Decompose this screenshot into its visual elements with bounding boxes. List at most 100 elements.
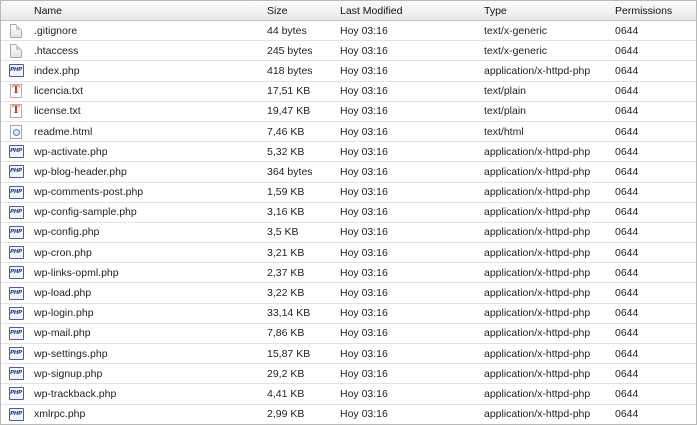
- file-size: 5,32 KB: [267, 145, 305, 158]
- php-file-icon: PHP: [8, 266, 24, 280]
- file-permissions: 0644: [615, 165, 639, 178]
- file-name[interactable]: .htaccess: [31, 45, 267, 57]
- file-permissions: 0644: [615, 226, 639, 239]
- file-last-modified: Hoy 03:16: [340, 387, 388, 400]
- table-row[interactable]: PHP wp-activate.php 5,32 KB Hoy 03:16 applic…: [1, 142, 696, 163]
- file-type: application/x-httpd-php: [484, 165, 591, 178]
- file-name[interactable]: xmlrpc.php: [31, 408, 267, 420]
- file-size: 29,2 KB: [267, 367, 305, 380]
- table-row[interactable]: PHP wp-config.php 3,5 KB Hoy 03:16 applicati…: [1, 222, 696, 244]
- file-icon-cell: [1, 23, 31, 38]
- file-permissions: 0644: [615, 24, 639, 37]
- file-last-modified: Hoy 03:16: [340, 145, 388, 158]
- table-row[interactable]: PHP wp-cron.php 3,21 KB Hoy 03:16 applicatio…: [1, 243, 696, 264]
- file-type: application/x-httpd-php: [484, 206, 591, 219]
- file-name[interactable]: wp-login.php: [31, 307, 267, 319]
- file-name[interactable]: wp-config-sample.php: [31, 206, 267, 218]
- file-permissions: 0644: [615, 64, 639, 77]
- table-row[interactable]: PHP wp-trackback.php 4,41 KB Hoy 03:16 appli…: [1, 384, 696, 405]
- table-row[interactable]: PHP wp-login.php 33,14 KB Hoy 03:16 applicat…: [1, 303, 696, 324]
- column-header-last-modified[interactable]: Last Modified: [340, 5, 484, 17]
- file-permissions: 0644: [615, 246, 639, 259]
- file-name[interactable]: wp-activate.php: [31, 146, 267, 158]
- file-icon-cell: PHP: [1, 306, 31, 320]
- file-size: 3,16 KB: [267, 206, 305, 219]
- table-row[interactable]: PHP wp-load.php 3,22 KB Hoy 03:16 applicatio…: [1, 283, 696, 304]
- file-type: application/x-httpd-php: [484, 145, 591, 158]
- php-file-icon: PHP: [8, 306, 24, 320]
- file-icon-cell: PHP: [1, 266, 31, 280]
- table-row[interactable]: .htaccess 245 bytes Hoy 03:16 text/x-generi…: [1, 41, 696, 62]
- table-row[interactable]: PHP xmlrpc.php 2,99 KB Hoy 03:16 application…: [1, 404, 696, 424]
- file-name[interactable]: readme.html: [31, 126, 267, 138]
- column-header-type[interactable]: Type: [484, 5, 615, 17]
- file-permissions: 0644: [615, 44, 639, 57]
- php-file-icon: PHP: [8, 367, 24, 381]
- php-file-icon: PHP: [8, 387, 24, 401]
- file-type: text/x-generic: [484, 24, 548, 37]
- file-name[interactable]: wp-links-opml.php: [31, 267, 267, 279]
- file-last-modified: Hoy 03:16: [340, 186, 388, 199]
- table-row[interactable]: PHP wp-config-sample.php 3,16 KB Hoy 03:16 a…: [1, 202, 696, 223]
- file-type: application/x-httpd-php: [484, 287, 591, 300]
- file-name[interactable]: wp-config.php: [31, 226, 267, 238]
- column-header-permissions[interactable]: Permissions: [615, 5, 695, 17]
- file-permissions: 0644: [615, 408, 639, 421]
- table-row[interactable]: PHP wp-settings.php 15,87 KB Hoy 03:16 appli…: [1, 344, 696, 365]
- file-name[interactable]: index.php: [31, 65, 267, 77]
- file-permissions: 0644: [615, 266, 639, 279]
- file-icon-cell: PHP: [1, 286, 31, 300]
- table-row[interactable]: Tlicense.txt 19,47 KB Hoy 03:16 text/plain 0…: [1, 101, 696, 122]
- file-permissions: 0644: [615, 367, 639, 380]
- column-header-name[interactable]: Name: [31, 5, 267, 17]
- table-row[interactable]: PHP wp-comments-post.php 1,59 KB Hoy 03:16 a…: [1, 182, 696, 203]
- file-icon-cell: T: [1, 84, 31, 99]
- file-name[interactable]: .gitignore: [31, 25, 267, 37]
- file-last-modified: Hoy 03:16: [340, 307, 388, 320]
- file-name[interactable]: licencia.txt: [31, 85, 267, 97]
- file-icon-cell: PHP: [1, 326, 31, 340]
- file-icon-cell: PHP: [1, 387, 31, 401]
- file-name[interactable]: wp-signup.php: [31, 368, 267, 380]
- file-name[interactable]: wp-blog-header.php: [31, 166, 267, 178]
- table-row[interactable]: Tlicencia.txt 17,51 KB Hoy 03:16 text/plain…: [1, 81, 696, 102]
- file-name[interactable]: wp-cron.php: [31, 247, 267, 259]
- file-name[interactable]: license.txt: [31, 105, 267, 117]
- file-last-modified: Hoy 03:16: [340, 347, 388, 360]
- file-permissions: 0644: [615, 307, 639, 320]
- file-permissions: 0644: [615, 85, 639, 98]
- table-row[interactable]: .gitignore 44 bytes Hoy 03:16 text/x-generi…: [1, 21, 696, 42]
- table-row[interactable]: PHP wp-signup.php 29,2 KB Hoy 03:16 applicat…: [1, 364, 696, 385]
- table-header: Name Size Last Modified Type Permissions: [1, 1, 696, 21]
- table-row[interactable]: PHP wp-blog-header.php 364 bytes Hoy 03:16 a…: [1, 162, 696, 183]
- file-size: 33,14 KB: [267, 307, 311, 320]
- file-last-modified: Hoy 03:16: [340, 226, 388, 239]
- table-row[interactable]: PHP index.php 418 bytes Hoy 03:16 applicatio…: [1, 61, 696, 82]
- file-size: 7,46 KB: [267, 125, 305, 138]
- file-icon-cell: [1, 124, 31, 139]
- file-size: 7,86 KB: [267, 327, 305, 340]
- file-last-modified: Hoy 03:16: [340, 246, 388, 259]
- file-size: 418 bytes: [267, 64, 313, 77]
- column-header-size[interactable]: Size: [267, 5, 340, 17]
- file-icon-cell: PHP: [1, 205, 31, 219]
- file-icon-cell: T: [1, 104, 31, 119]
- file-name[interactable]: wp-comments-post.php: [31, 186, 267, 198]
- file-type: application/x-httpd-php: [484, 266, 591, 279]
- file-permissions: 0644: [615, 145, 639, 158]
- file-name[interactable]: wp-mail.php: [31, 327, 267, 339]
- file-size: 2,99 KB: [267, 408, 305, 421]
- file-icon-cell: PHP: [1, 407, 31, 421]
- file-last-modified: Hoy 03:16: [340, 85, 388, 98]
- file-name[interactable]: wp-settings.php: [31, 348, 267, 360]
- file-size: 15,87 KB: [267, 347, 311, 360]
- table-row[interactable]: PHP wp-links-opml.php 2,37 KB Hoy 03:16 appl…: [1, 263, 696, 284]
- php-file-icon: PHP: [8, 407, 24, 421]
- file-type: application/x-httpd-php: [484, 408, 591, 421]
- table-row[interactable]: PHP wp-mail.php 7,86 KB Hoy 03:16 applicatio…: [1, 323, 696, 344]
- table-row[interactable]: readme.html 7,46 KB Hoy 03:16 text/html 0644: [1, 121, 696, 143]
- file-name[interactable]: wp-trackback.php: [31, 388, 267, 400]
- file-last-modified: Hoy 03:16: [340, 287, 388, 300]
- file-name[interactable]: wp-load.php: [31, 287, 267, 299]
- file-icon-cell: PHP: [1, 347, 31, 361]
